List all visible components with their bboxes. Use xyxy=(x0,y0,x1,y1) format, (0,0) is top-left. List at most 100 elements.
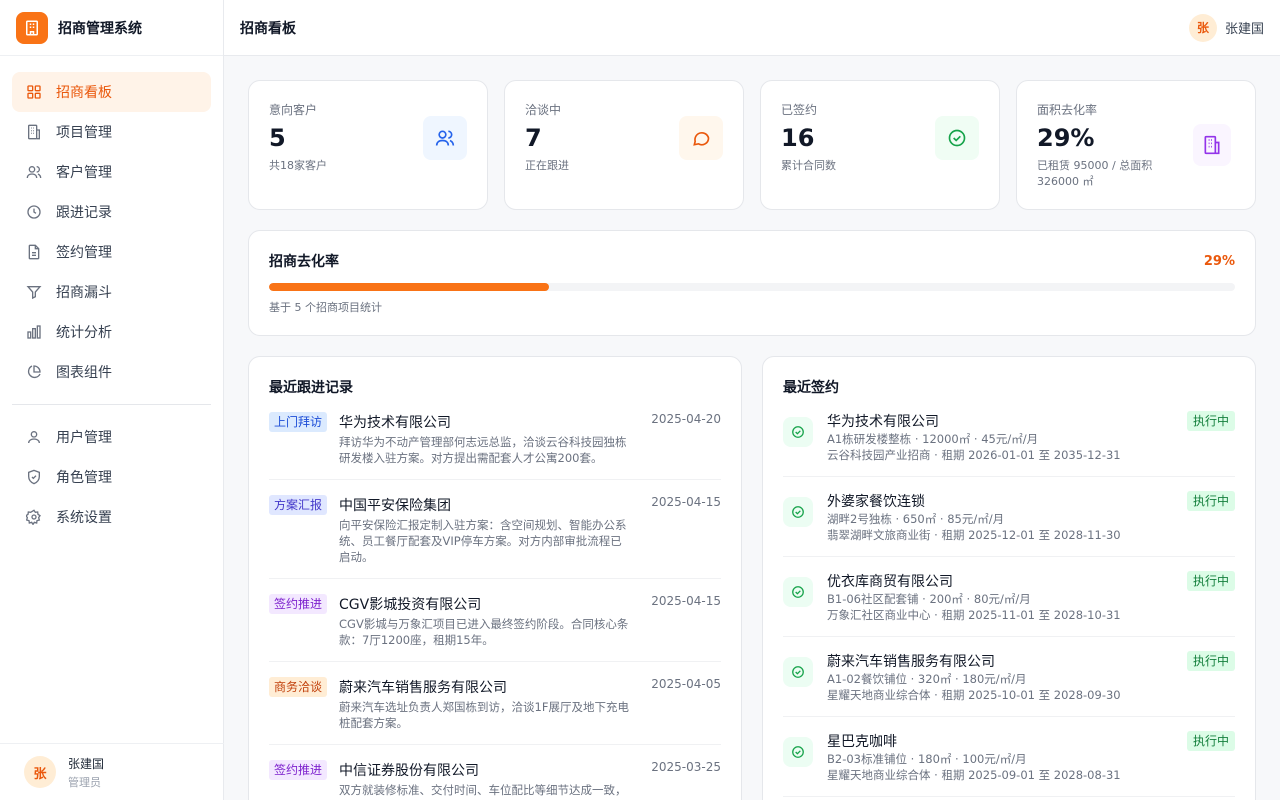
followup-tag: 签约推进 xyxy=(269,760,328,780)
signing-project: 翡翠湖畔文旅商业街 · 租期 2025-12-01 至 2028-11-30 xyxy=(827,528,1121,542)
followup-company: 蔚来汽车销售服务有限公司 xyxy=(339,680,508,696)
top-header: 招商看板 张 张建国 xyxy=(224,0,1280,56)
check-circle-icon xyxy=(783,577,813,607)
nav-item-settings[interactable]: 系统设置 xyxy=(12,497,211,537)
grid-icon xyxy=(26,84,42,100)
recent-followups-panel: 最近跟进记录 上门拜访 华为技术有限公司 拜访华为不动产管理部何志远总监，洽谈云… xyxy=(248,356,742,800)
check-circle-icon xyxy=(783,657,813,687)
user-icon xyxy=(26,429,42,445)
status-badge: 执行中 xyxy=(1186,571,1235,591)
stat-card-signed[interactable]: 已签约 16 累计合同数 xyxy=(760,80,1000,210)
brand[interactable]: 招商管理系统 xyxy=(0,0,223,56)
sidebar: 招商管理系统 招商看板 项目管理 客户管理 跟进记录 签约管理 招商漏斗 统计分… xyxy=(0,0,224,800)
nav-label: 招商漏斗 xyxy=(56,285,112,301)
signing-item[interactable]: 优衣库商贸有限公司 B1-06社区配套铺 · 200㎡ · 80元/㎡/月 万象… xyxy=(783,557,1235,637)
followup-item[interactable]: 签约推进 CGV影城投资有限公司 CGV影城与万象汇项目已进入最终签约阶段。合同… xyxy=(269,579,721,662)
progress-percent: 29% xyxy=(1203,253,1235,269)
nav-item-followups[interactable]: 跟进记录 xyxy=(12,192,211,232)
nav-label: 系统设置 xyxy=(56,510,112,526)
signing-project: 星耀天地商业综合体 · 租期 2025-09-01 至 2028-08-31 xyxy=(827,768,1121,782)
nav-item-analytics[interactable]: 统计分析 xyxy=(12,312,211,352)
check-circle-icon xyxy=(783,497,813,527)
signing-unit: B1-06社区配套铺 · 200㎡ · 80元/㎡/月 xyxy=(827,592,1031,606)
nav-item-users[interactable]: 用户管理 xyxy=(12,417,211,457)
progress-track xyxy=(269,283,1235,291)
avatar: 张 xyxy=(24,756,56,788)
recent-signings-panel: 最近签约 华为技术有限公司 A1栋研发楼整栋 · 12000㎡ · 45元/㎡/… xyxy=(762,356,1256,800)
status-badge: 执行中 xyxy=(1186,651,1235,671)
status-badge: 执行中 xyxy=(1186,731,1235,751)
followup-desc: 蔚来汽车选址负责人郑国栋到访，洽谈1F展厅及地下充电桩配套方案。 xyxy=(339,700,629,730)
building-icon xyxy=(16,11,48,44)
nav-item-dashboard[interactable]: 招商看板 xyxy=(12,72,211,112)
nav-label: 图表组件 xyxy=(56,365,112,381)
user-role: 管理员 xyxy=(68,775,101,789)
nav-item-contracts[interactable]: 签约管理 xyxy=(12,232,211,272)
panel-title: 最近签约 xyxy=(783,380,839,396)
sidebar-user[interactable]: 张 张建国 管理员 xyxy=(0,743,224,800)
stat-card-absorption[interactable]: 面积去化率 29% 已租赁 95000 / 总面积 326000 ㎡ xyxy=(1016,80,1256,210)
nav-label: 统计分析 xyxy=(56,325,112,341)
signing-project: 云谷科技园产业招商 · 租期 2026-01-01 至 2035-12-31 xyxy=(827,448,1121,462)
gear-icon xyxy=(26,509,42,525)
followup-date: 2025-03-25 xyxy=(651,760,721,774)
dashboard-main: 意向客户 5 共18家客户 洽谈中 7 正在跟进 已签约 16 累计合同数 面积… xyxy=(248,80,1256,800)
followup-date: 2025-04-15 xyxy=(651,495,721,509)
absorption-progress-card: 招商去化率 29% 基于 5 个招商项目统计 xyxy=(248,230,1256,336)
user-name: 张建国 xyxy=(1224,22,1264,37)
signing-company: 优衣库商贸有限公司 xyxy=(827,574,953,590)
stat-sub: 已租赁 95000 / 总面积 326000 ㎡ xyxy=(1037,159,1153,188)
followup-item[interactable]: 上门拜访 华为技术有限公司 拜访华为不动产管理部何志远总监，洽谈云谷科技园独栋研… xyxy=(269,397,721,480)
signing-unit: A1栋研发楼整栋 · 12000㎡ · 45元/㎡/月 xyxy=(827,432,1039,446)
signing-item[interactable]: 星巴克咖啡 B2-03标准铺位 · 180㎡ · 100元/㎡/月 星耀天地商业… xyxy=(783,717,1235,797)
nav-item-roles[interactable]: 角色管理 xyxy=(12,457,211,497)
users-icon xyxy=(423,116,467,160)
signing-item[interactable]: 华为技术有限公司 A1栋研发楼整栋 · 12000㎡ · 45元/㎡/月 云谷科… xyxy=(783,397,1235,477)
bar-chart-icon xyxy=(26,324,42,340)
stat-sub: 共18家客户 xyxy=(269,159,327,172)
check-circle-icon xyxy=(935,116,979,160)
nav-item-funnel[interactable]: 招商漏斗 xyxy=(12,272,211,312)
header-user-menu[interactable]: 张 张建国 xyxy=(1188,13,1264,42)
page-title: 招商看板 xyxy=(240,20,296,37)
nav-item-charts[interactable]: 图表组件 xyxy=(12,352,211,392)
followup-item[interactable]: 签约推进 中信证券股份有限公司 双方就装修标准、交付时间、车位配比等细节达成一致… xyxy=(269,745,721,800)
building-icon xyxy=(26,124,42,140)
stat-card-negotiating[interactable]: 洽谈中 7 正在跟进 xyxy=(504,80,744,210)
signing-company: 华为技术有限公司 xyxy=(827,414,939,430)
progress-note: 基于 5 个招商项目统计 xyxy=(269,301,382,314)
followup-desc: 拜访华为不动产管理部何志远总监，洽谈云谷科技园独栋研发楼入驻方案。对方提出需配套… xyxy=(339,435,627,465)
clock-icon xyxy=(26,204,42,220)
shield-icon xyxy=(26,469,42,485)
nav-item-projects[interactable]: 项目管理 xyxy=(12,112,211,152)
followup-company: 中信证券股份有限公司 xyxy=(339,763,480,779)
followup-desc: 向平安保险汇报定制入驻方案：含空间规划、智能办公系统、员工餐厅配套及VIP停车方… xyxy=(339,518,627,564)
status-badge: 执行中 xyxy=(1186,411,1235,431)
nav-label: 跟进记录 xyxy=(56,205,112,221)
followup-date: 2025-04-15 xyxy=(651,594,721,608)
signing-company: 蔚来汽车销售服务有限公司 xyxy=(827,654,995,670)
nav-label: 项目管理 xyxy=(56,125,112,141)
main-nav: 招商看板 项目管理 客户管理 跟进记录 签约管理 招商漏斗 统计分析 图表组件 xyxy=(0,56,223,537)
stat-sub: 正在跟进 xyxy=(525,159,569,172)
panel-title: 最近跟进记录 xyxy=(269,380,353,396)
followup-company: 华为技术有限公司 xyxy=(339,415,452,431)
signing-item[interactable]: 外婆家餐饮连锁 湖畔2号独栋 · 650㎡ · 85元/㎡/月 翡翠湖畔文旅商业… xyxy=(783,477,1235,557)
followup-item[interactable]: 方案汇报 中国平安保险集团 向平安保险汇报定制入驻方案：含空间规划、智能办公系统… xyxy=(269,480,721,579)
progress-fill xyxy=(269,283,550,291)
followup-item[interactable]: 商务洽谈 蔚来汽车销售服务有限公司 蔚来汽车选址负责人郑国栋到访，洽谈1F展厅及… xyxy=(269,662,721,745)
signing-project: 万象汇社区商业中心 · 租期 2025-11-01 至 2028-10-31 xyxy=(827,608,1121,622)
status-badge: 执行中 xyxy=(1186,491,1235,511)
stat-sub: 累计合同数 xyxy=(781,159,836,172)
signing-unit: A1-02餐饮铺位 · 320㎡ · 180元/㎡/月 xyxy=(827,672,1027,686)
nav-label: 用户管理 xyxy=(56,430,112,446)
signing-item[interactable]: 蔚来汽车销售服务有限公司 A1-02餐饮铺位 · 320㎡ · 180元/㎡/月… xyxy=(783,637,1235,717)
stat-card-intent-customers[interactable]: 意向客户 5 共18家客户 xyxy=(248,80,488,210)
nav-label: 客户管理 xyxy=(56,165,112,181)
followup-date: 2025-04-20 xyxy=(651,412,721,426)
signing-unit: 湖畔2号独栋 · 650㎡ · 85元/㎡/月 xyxy=(827,512,1005,526)
nav-divider xyxy=(12,404,211,405)
followup-date: 2025-04-05 xyxy=(651,677,721,691)
funnel-icon xyxy=(26,284,42,300)
nav-item-customers[interactable]: 客户管理 xyxy=(12,152,211,192)
